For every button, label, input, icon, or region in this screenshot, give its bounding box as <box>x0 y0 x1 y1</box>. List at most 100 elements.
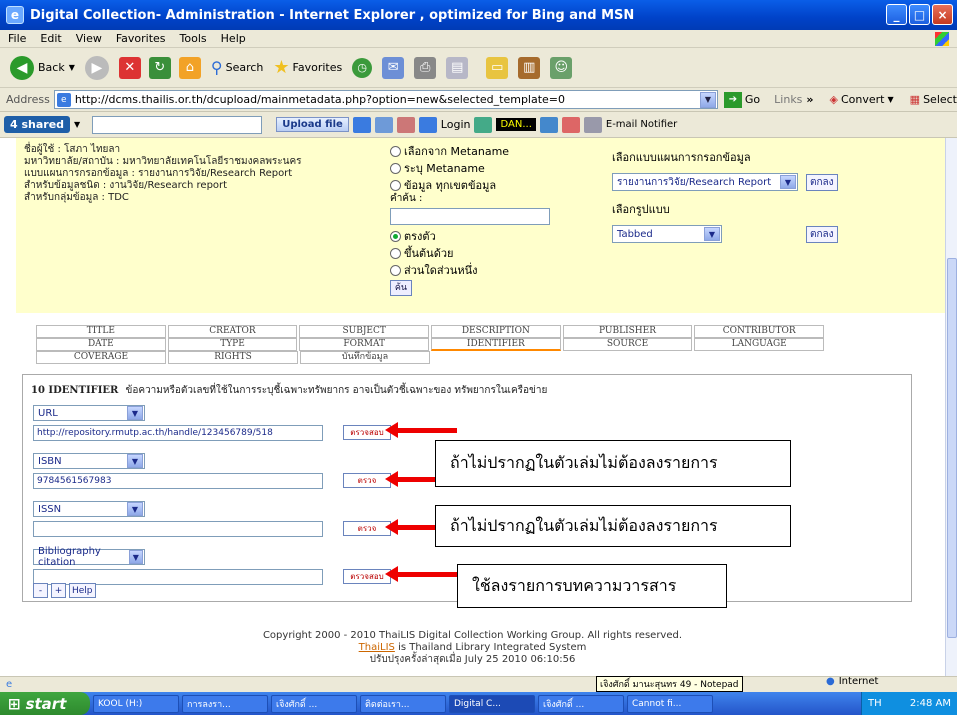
menu-help[interactable]: Help <box>221 32 246 45</box>
tab-description[interactable]: DESCRIPTION <box>431 325 561 338</box>
menu-favorites[interactable]: Favorites <box>116 32 166 45</box>
tab-rights[interactable]: RIGHTS <box>168 351 298 364</box>
template-select[interactable]: รายงานการวิจัย/Research Report ▼ <box>612 173 798 191</box>
radio-contains[interactable]: ส่วนใดส่วนหนึ่ง <box>390 263 550 278</box>
tab-source[interactable]: SOURCE <box>562 338 693 351</box>
thailis-link[interactable]: ThaiLIS <box>359 642 395 653</box>
home-icon[interactable]: ⌂ <box>178 56 201 79</box>
print-icon[interactable]: ⎙ <box>414 56 437 79</box>
select-button[interactable]: ▦ Select <box>910 93 957 106</box>
tab-language[interactable]: LANGUAGE <box>694 338 825 351</box>
messenger-icon[interactable]: ☺ <box>550 56 573 79</box>
tab-creator[interactable]: CREATOR <box>167 325 298 338</box>
identifier-value-input[interactable]: http://repository.rmutp.ac.th/handle/123… <box>33 425 323 441</box>
taskbar-item[interactable]: ติดต่อเรา... <box>360 694 446 713</box>
taskbar-item[interactable]: KOOL (H:) <box>93 694 179 713</box>
minimize-button[interactable]: _ <box>886 4 907 25</box>
favorites-button[interactable]: ★ Favorites <box>273 57 342 78</box>
refresh-icon[interactable]: ↻ <box>148 56 171 79</box>
identifier-type-select[interactable]: URL ▼ <box>33 405 145 421</box>
edit-icon[interactable]: ▤ <box>446 56 469 79</box>
tab-title[interactable]: TITLE <box>36 325 166 338</box>
taskbar-item-active[interactable]: Digital C... <box>449 694 535 713</box>
help-button[interactable]: Help <box>69 583 96 598</box>
shared-logo[interactable]: 4 shared <box>4 116 71 133</box>
tab-save[interactable]: บันทึกข้อมูล <box>300 351 430 364</box>
toolbar-green-icon[interactable] <box>474 116 493 133</box>
maximize-button[interactable]: □ <box>909 4 930 25</box>
radio-metaname-pick[interactable]: เลือกจาก Metaname <box>390 144 550 159</box>
login-button[interactable]: Login <box>441 118 471 131</box>
history-icon[interactable]: ◷ <box>352 57 373 78</box>
add-field-button[interactable]: + <box>51 583 66 598</box>
address-dropdown-icon[interactable]: ▼ <box>699 91 716 108</box>
format-ok-button[interactable]: ตกลง <box>806 225 838 243</box>
vertical-scrollbar[interactable] <box>945 138 957 698</box>
menu-edit[interactable]: Edit <box>40 32 61 45</box>
toolbar-red-icon[interactable] <box>561 116 580 133</box>
toolbar-blue-icon[interactable] <box>352 116 371 133</box>
convert-button[interactable]: ◈ Convert ▼ <box>830 93 894 106</box>
tab-contributor[interactable]: CONTRIBUTOR <box>694 325 825 338</box>
toolbar-people-icon[interactable] <box>396 116 415 133</box>
radio-metaname-specify[interactable]: ระบุ Metaname <box>390 161 550 176</box>
select-icon: ▦ <box>909 93 921 106</box>
field-value: 9784561567983 <box>37 476 112 486</box>
identifier-type-select[interactable]: Bibliography citation ▼ <box>33 546 145 568</box>
shared-search-input[interactable] <box>92 115 263 134</box>
menu-tools[interactable]: Tools <box>180 32 207 45</box>
format-select[interactable]: Tabbed ▼ <box>612 225 722 243</box>
check-button[interactable]: ตรวจ <box>343 473 391 488</box>
section-description: ข้อความหรือตัวเลขที่ใช้ในการระบุชี้เฉพาะ… <box>125 385 548 396</box>
remove-field-button[interactable]: - <box>33 583 48 598</box>
template-ok-button[interactable]: ตกลง <box>806 173 838 191</box>
toolbar-globe-icon[interactable] <box>539 116 558 133</box>
links-button[interactable]: Links <box>774 93 802 106</box>
check-button[interactable]: ตรวจ <box>343 521 391 536</box>
email-notifier-button[interactable]: E-mail Notifier <box>606 119 677 130</box>
login-icon[interactable] <box>418 116 437 133</box>
tab-publisher[interactable]: PUBLISHER <box>562 325 693 338</box>
taskbar-item[interactable]: เจิงศักดิ์ ... <box>271 694 357 713</box>
shared-dropdown-icon[interactable]: ▼ <box>74 120 80 129</box>
menu-file[interactable]: File <box>8 32 26 45</box>
forward-arrow-icon[interactable]: ▶ <box>84 55 109 80</box>
scroll-thumb[interactable] <box>947 258 957 638</box>
upload-file-button[interactable]: Upload file <box>276 117 349 132</box>
keyword-input[interactable] <box>390 208 550 225</box>
identifier-type-select[interactable]: ISBN ▼ <box>33 453 145 469</box>
folder-icon[interactable]: ▭ <box>486 56 509 79</box>
search-button[interactable]: ⚲ Search <box>211 58 264 77</box>
tab-type[interactable]: TYPE <box>167 338 298 351</box>
tab-coverage[interactable]: COVERAGE <box>36 351 166 364</box>
radio-exact[interactable]: ตรงตัว <box>390 229 550 244</box>
close-button[interactable]: × <box>932 4 953 25</box>
tab-identifier[interactable]: IDENTIFIER <box>431 338 561 351</box>
tab-format[interactable]: FORMAT <box>299 338 430 351</box>
back-button[interactable]: ◀ Back ▼ <box>10 55 75 80</box>
find-button[interactable]: ค้น <box>390 280 412 296</box>
identifier-value-input[interactable] <box>33 521 323 537</box>
mail-icon[interactable]: ✉ <box>382 56 405 79</box>
taskbar-item[interactable]: เจิงศักดิ์ ... <box>538 694 624 713</box>
chevron-right-icon[interactable]: » <box>806 93 813 106</box>
email-icon[interactable] <box>583 116 602 133</box>
address-input[interactable]: e http://dcms.thailis.or.th/dcupload/mai… <box>53 90 718 109</box>
tab-date[interactable]: DATE <box>36 338 166 351</box>
research-icon[interactable]: ▥ <box>518 56 541 79</box>
menu-view[interactable]: View <box>76 32 102 45</box>
taskbar-item[interactable]: การลงรา... <box>182 694 268 713</box>
language-indicator[interactable]: TH <box>868 698 882 709</box>
identifier-type-select[interactable]: ISSN ▼ <box>33 501 145 517</box>
radio-starts-with[interactable]: ขึ้นต้นด้วย <box>390 246 550 261</box>
taskbar-item[interactable]: Cannot fi... <box>627 694 713 713</box>
stop-icon[interactable]: ✕ <box>118 56 141 79</box>
check-button[interactable]: ตรวจสอบ <box>343 425 391 440</box>
go-button[interactable]: ➔ Go <box>723 91 760 108</box>
start-button[interactable]: ⊞ start <box>0 692 90 715</box>
identifier-value-input[interactable]: 9784561567983 <box>33 473 323 489</box>
check-button[interactable]: ตรวจสอบ <box>343 569 391 584</box>
toolbar-photo-icon[interactable] <box>374 116 393 133</box>
dan-dropdown[interactable]: DAN... <box>496 118 536 131</box>
tab-subject[interactable]: SUBJECT <box>299 325 430 338</box>
